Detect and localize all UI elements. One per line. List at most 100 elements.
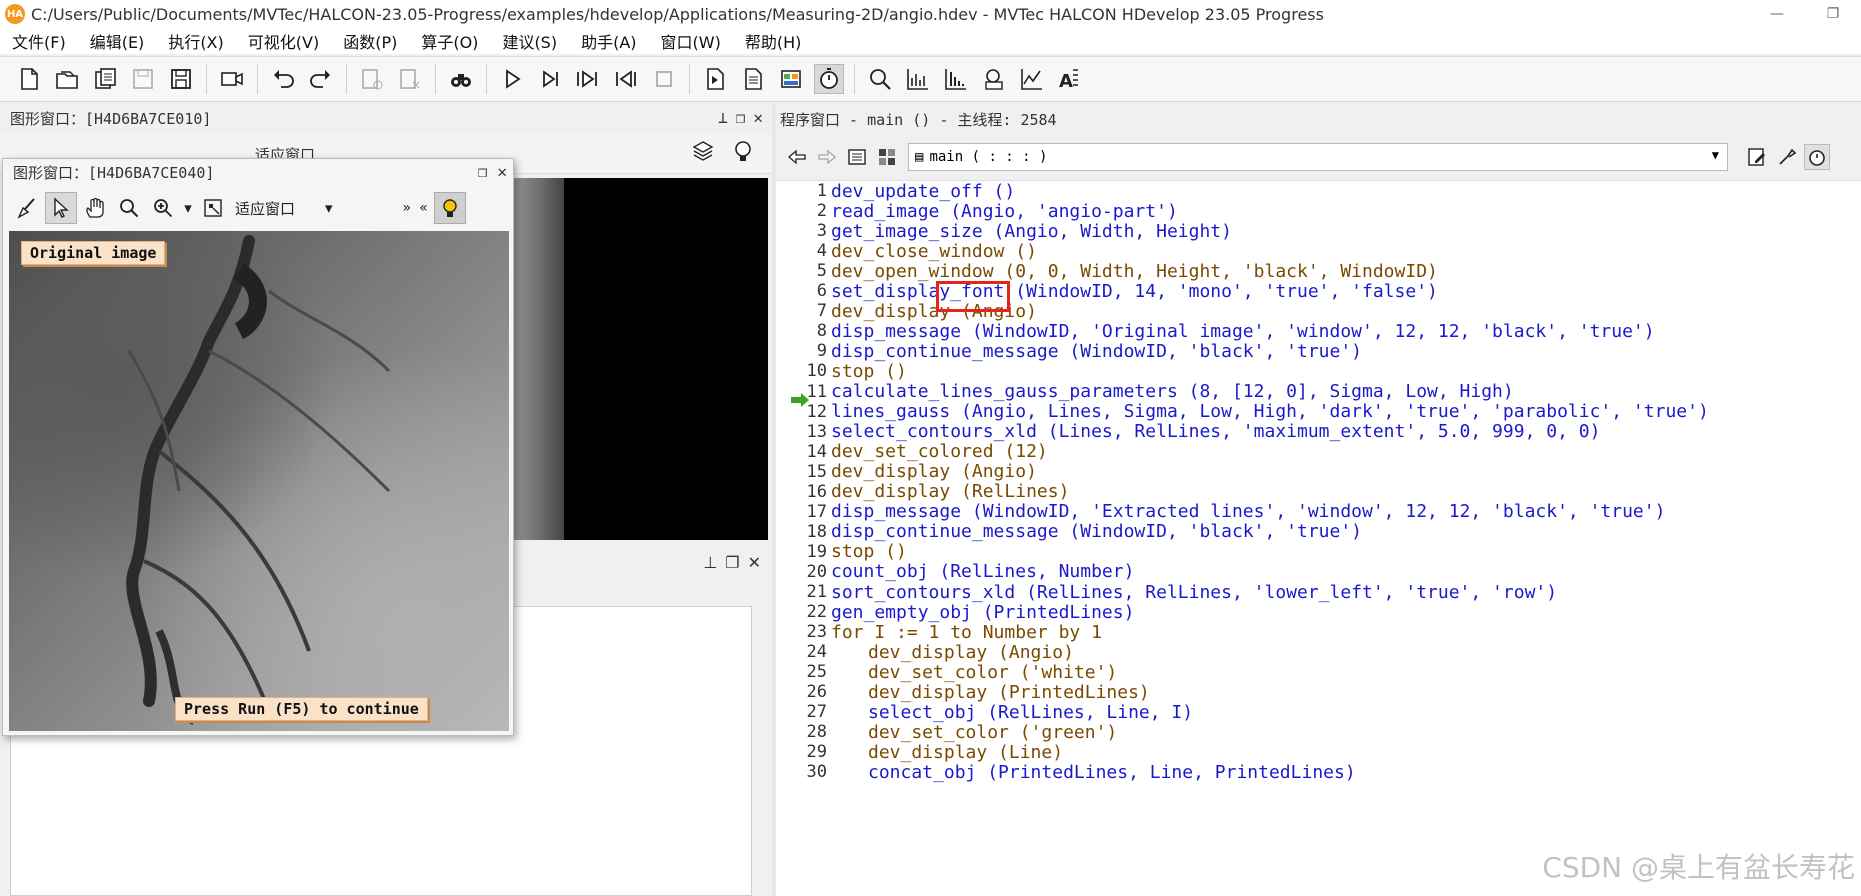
procedure-select[interactable]: ▤ main ( : : : ) ▼: [908, 143, 1728, 171]
chevron-down-icon[interactable]: ▾: [325, 199, 333, 217]
clear-broom-icon[interactable]: [11, 192, 43, 224]
menu-operators[interactable]: 算子(O): [409, 28, 490, 54]
menu-window[interactable]: 窗口(W): [649, 28, 733, 54]
line-number: 29: [806, 742, 827, 763]
continue-message: Press Run (F5) to continue: [175, 697, 428, 721]
procedure-select-value: main ( : : : ): [929, 149, 1048, 165]
line-number: 26: [806, 682, 827, 703]
timer-icon[interactable]: [1804, 144, 1830, 170]
line-number: 5: [816, 261, 827, 282]
step-out-icon[interactable]: [611, 64, 641, 94]
menu-assistants[interactable]: 助手(A): [569, 28, 648, 54]
expand-icon[interactable]: »: [403, 200, 412, 216]
line-number: 8: [816, 321, 827, 342]
profiler-icon[interactable]: [814, 64, 844, 94]
float-window-toolbar: ▾ 适应窗口 ▾ » «: [11, 189, 507, 227]
pin-icon[interactable]: ⊥: [703, 553, 717, 572]
forward-arrow-icon[interactable]: [814, 144, 840, 170]
toolbar-separator: [346, 64, 347, 94]
open-example-icon[interactable]: [90, 64, 120, 94]
close-icon[interactable]: ✕: [497, 162, 507, 181]
line-number: 19: [806, 541, 827, 562]
lightbulb-icon[interactable]: [730, 138, 756, 168]
chevron-down-icon[interactable]: ▾: [181, 192, 195, 224]
minimize-icon[interactable]: —: [1749, 0, 1805, 28]
close-icon[interactable]: ✕: [753, 108, 763, 127]
maximize-icon[interactable]: ❐: [1805, 0, 1861, 28]
floating-graphics-window: 图形窗口：[H4D6BA7CE040] ❐ ✕ ▾ 适应窗口 ▾ » « Ori…: [2, 158, 514, 736]
undo-icon[interactable]: [268, 64, 298, 94]
menu-procedures[interactable]: 函数(P): [331, 28, 409, 54]
svg-text:A: A: [1059, 71, 1073, 92]
ocr-text-icon[interactable]: A: [1055, 64, 1085, 94]
line-profile-icon[interactable]: [1017, 64, 1047, 94]
program-window-title: 程序窗口 - main () - 主线程: 2584: [780, 110, 1057, 129]
new-file-icon[interactable]: [14, 64, 44, 94]
reset-program-icon[interactable]: [700, 64, 730, 94]
back-arrow-icon[interactable]: [784, 144, 810, 170]
menu-visualization[interactable]: 可视化(V): [236, 28, 331, 54]
line-number: 20: [806, 561, 827, 582]
toolbar-separator: [689, 64, 690, 94]
menu-edit[interactable]: 编辑(E): [78, 28, 157, 54]
menu-suggestions[interactable]: 建议(S): [490, 28, 569, 54]
fit-window-icon[interactable]: [197, 192, 229, 224]
grid-view-icon[interactable]: [874, 144, 900, 170]
layers-icon[interactable]: [690, 138, 716, 168]
pin-icon[interactable]: ⊥: [718, 108, 728, 127]
toolbar-separator: [435, 64, 436, 94]
tools-icon[interactable]: [1774, 144, 1800, 170]
run-icon[interactable]: [497, 64, 527, 94]
activate-icon[interactable]: [357, 64, 387, 94]
line-number: 2: [816, 201, 827, 222]
save-all-icon[interactable]: [166, 64, 196, 94]
pointer-icon[interactable]: [45, 192, 77, 224]
line-number: 10: [806, 361, 827, 382]
feature-histogram-icon[interactable]: [941, 64, 971, 94]
procedure-icon: ▤: [915, 149, 924, 165]
menu-help[interactable]: 帮助(H): [733, 28, 814, 54]
zoom-icon[interactable]: [865, 64, 895, 94]
video-icon[interactable]: [217, 64, 247, 94]
search-icon[interactable]: [113, 192, 145, 224]
edit-procedure-icon[interactable]: [1744, 144, 1770, 170]
undock-icon[interactable]: ❐: [736, 108, 746, 127]
hand-pan-icon[interactable]: [79, 192, 111, 224]
step-into-icon[interactable]: [573, 64, 603, 94]
toolbar-separator: [257, 64, 258, 94]
procedure-list-icon[interactable]: [844, 144, 870, 170]
float-window-header: 图形窗口：[H4D6BA7CE040] ❐ ✕: [3, 159, 513, 185]
window-title: C:/Users/Public/Documents/MVTec/HALCON-2…: [31, 4, 1324, 24]
menu-execute[interactable]: 执行(X): [156, 28, 235, 54]
undock-icon[interactable]: ❐: [725, 553, 739, 572]
angio-image-partial: [510, 178, 564, 540]
dock-icon[interactable]: ❐: [478, 162, 488, 181]
program-toolbar: ▤ main ( : : : ) ▼: [776, 140, 1861, 174]
feature-inspection-icon[interactable]: [979, 64, 1009, 94]
save-icon[interactable]: [128, 64, 158, 94]
zoom-mode-select[interactable]: 适应窗口: [235, 198, 295, 219]
code-editor[interactable]: 1 dev_update_off () 2 read_image (Angio, 'a…: [776, 180, 1861, 896]
deactivate-icon[interactable]: [395, 64, 425, 94]
gray-histogram-icon[interactable]: [903, 64, 933, 94]
stop-icon[interactable]: [649, 64, 679, 94]
redo-icon[interactable]: [306, 64, 336, 94]
line-number: 9: [816, 341, 827, 362]
variable-window-icon[interactable]: [776, 64, 806, 94]
lightbulb-icon[interactable]: [433, 192, 466, 224]
reset-procedure-icon[interactable]: [738, 64, 768, 94]
code-text[interactable]: concat_obj (PrintedLines, Line, PrintedL…: [829, 762, 1356, 783]
step-over-icon[interactable]: [535, 64, 565, 94]
line-number: 25: [806, 662, 827, 683]
find-binoculars-icon[interactable]: [446, 64, 476, 94]
open-file-icon[interactable]: [52, 64, 82, 94]
close-icon[interactable]: ✕: [748, 553, 761, 572]
angio-image[interactable]: Original image Press Run (F5) to continu…: [9, 231, 509, 731]
highlight-box: [936, 281, 1010, 312]
zoom-in-icon[interactable]: [147, 192, 179, 224]
chevron-down-icon[interactable]: ▼: [1712, 148, 1719, 162]
collapse-icon[interactable]: «: [419, 200, 428, 216]
code-line[interactable]: 30 concat_obj (PrintedLines, Line, Printe…: [776, 760, 1861, 784]
menu-file[interactable]: 文件(F): [0, 28, 78, 54]
line-number: 21: [806, 582, 827, 602]
